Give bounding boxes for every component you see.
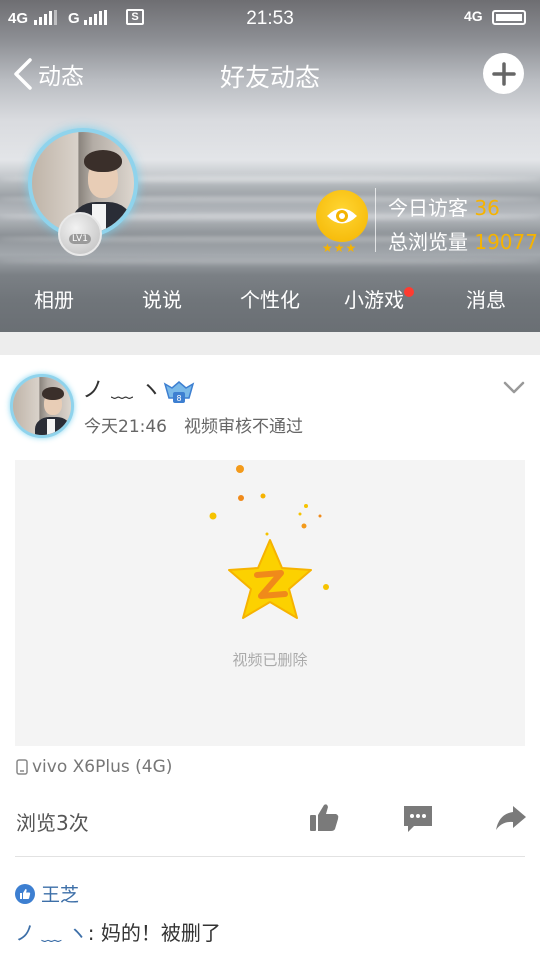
visitors-today-count: 36: [474, 196, 500, 220]
tab-album[interactable]: 相册: [34, 284, 74, 313]
tab-messages[interactable]: 消息: [466, 284, 506, 313]
device-label: vivo X6Plus (4G): [32, 757, 173, 777]
post-time: 今天21:46: [84, 417, 167, 437]
profile-cover: 4G G S 21:53 4G 动态 好友动态 LV1 ★★★ 今日访客 36 …: [0, 0, 540, 332]
liked-by-user[interactable]: 王芝: [41, 880, 79, 907]
post-view-count: 浏览3次: [16, 811, 89, 835]
level-label: LV1: [69, 234, 91, 244]
status-time: 21:53: [246, 8, 294, 29]
comment-author[interactable]: ノ ﹏ ヽ: [15, 921, 88, 945]
page-title: 好友动态: [219, 63, 320, 92]
like-icon[interactable]: [306, 800, 342, 836]
plus-icon: [491, 61, 516, 86]
svg-text:8: 8: [176, 394, 181, 403]
post-author-name[interactable]: ノ ﹏ ヽ: [82, 372, 162, 404]
total-views-label: 总浏览量: [388, 230, 468, 254]
level-badge: LV1: [58, 212, 102, 256]
network-type: 4G: [464, 8, 483, 24]
liked-by-row: 王芝: [15, 880, 79, 907]
tab-personalize[interactable]: 个性化: [240, 284, 300, 313]
phone-icon: [16, 759, 28, 775]
share-icon[interactable]: [493, 800, 529, 836]
visitors-today-label: 今日访客: [388, 196, 468, 220]
add-button[interactable]: [483, 53, 524, 94]
status-bar: 4G G S 21:53 4G: [0, 0, 540, 36]
comment-item: ノ ﹏ ヽ: 妈的！被删了: [15, 917, 221, 946]
total-views-count: 19077: [474, 230, 538, 254]
post-status: 视频审核不通过: [184, 417, 303, 437]
qzone-star-icon: [209, 465, 329, 619]
total-views[interactable]: 总浏览量 19077: [388, 226, 538, 255]
comment-text: : 妈的！被删了: [87, 921, 221, 945]
comment-icon[interactable]: [400, 800, 436, 836]
tab-shuoshuo[interactable]: 说说: [142, 284, 182, 313]
battery-icon: [492, 10, 526, 25]
badge-stars: ★★★: [322, 241, 358, 255]
eye-icon: [327, 208, 357, 224]
post-author-avatar[interactable]: [10, 374, 74, 438]
vip-badge-icon: 8: [163, 381, 195, 403]
visitor-badge[interactable]: [316, 190, 368, 242]
notification-dot: [404, 287, 414, 297]
stats-divider: [375, 188, 376, 252]
chevron-down-icon[interactable]: [500, 378, 528, 398]
post-divider: [15, 856, 525, 857]
video-placeholder[interactable]: 视频已删除: [15, 460, 525, 746]
post-device: vivo X6Plus (4G): [16, 757, 172, 777]
profile-tabs: 相册 说说 个性化 小游戏 消息: [0, 284, 540, 324]
section-gap: [0, 332, 540, 355]
like-mini-icon: [15, 883, 35, 904]
video-deleted-label: 视频已删除: [232, 651, 308, 669]
tab-mini-games[interactable]: 小游戏: [344, 284, 404, 313]
visitors-today[interactable]: 今日访客 36: [388, 192, 500, 221]
